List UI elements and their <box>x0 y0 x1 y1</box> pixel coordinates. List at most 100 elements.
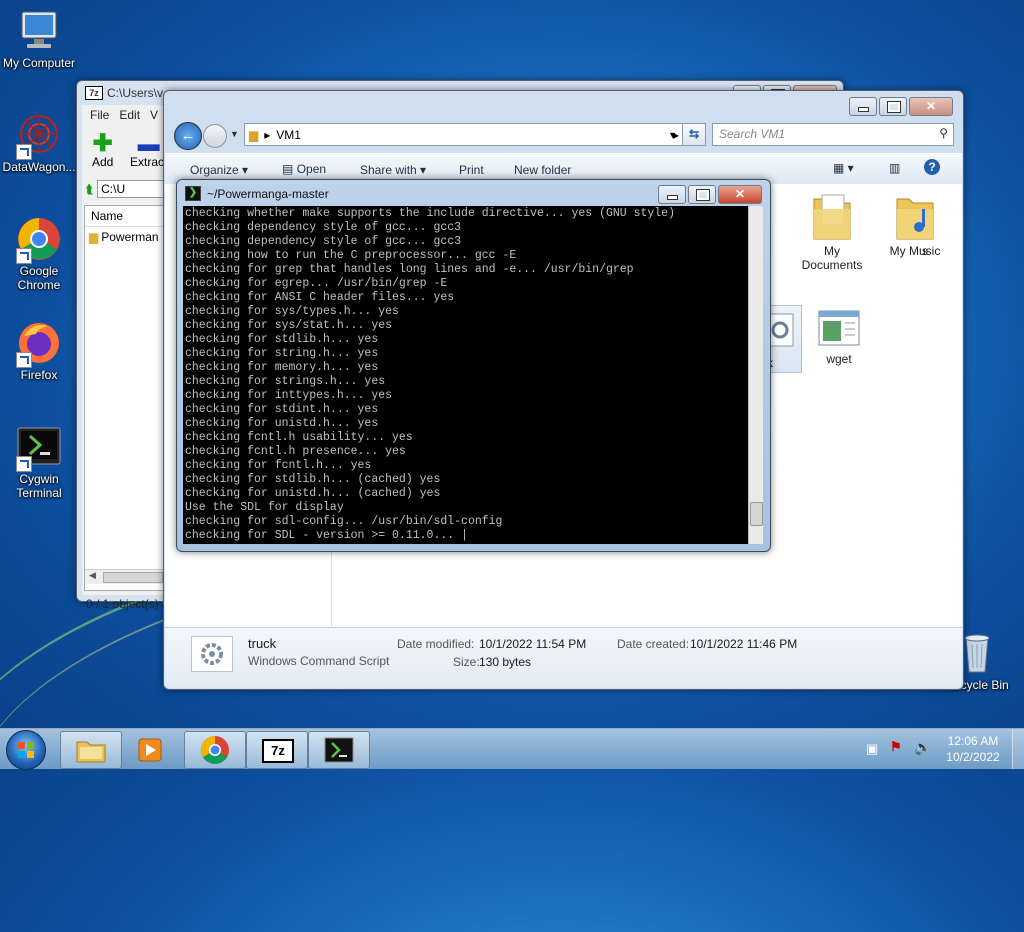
minimize-button[interactable] <box>658 185 686 204</box>
terminal-line: checking for strings.h... yes <box>185 375 386 388</box>
refresh-icon[interactable]: ⇆ <box>682 123 706 146</box>
view-options-icon[interactable]: ▦ ▾ <box>833 161 854 175</box>
terminal-titlebar[interactable]: ❯ ~/Powermanga-master <box>185 186 329 201</box>
terminal-line: checking for stdint.h... yes <box>185 403 379 416</box>
desktop-icon-google-chrome[interactable]: Google Chrome <box>0 216 78 292</box>
scrollbar-thumb[interactable] <box>103 572 163 583</box>
folder-icon: ▆ <box>89 230 99 244</box>
action-center-flag-icon[interactable]: ⚑ <box>890 739 902 755</box>
terminal-line: checking for egrep... /usr/bin/grep -E <box>185 277 448 290</box>
terminal-line: checking dependency style of gcc... gcc3 <box>185 235 462 248</box>
desktop-icon-my-computer[interactable]: My Computer <box>0 8 78 70</box>
add-button-label: Add <box>92 155 114 169</box>
address-dropdown-icon[interactable]: ▼ <box>668 130 677 140</box>
shortcut-arrow-icon <box>16 144 32 160</box>
scrollbar-thumb[interactable] <box>750 502 763 526</box>
start-button[interactable] <box>6 730 46 770</box>
file-item-my-music[interactable]: My Music <box>880 191 950 258</box>
menu-edit[interactable]: Edit <box>119 108 140 122</box>
terminal-window[interactable]: ❯ ~/Powermanga-master checking whether m… <box>176 179 771 552</box>
status-bar: 0 / 1 object(s) s <box>86 597 169 611</box>
menu-file[interactable]: File <box>90 108 109 122</box>
sevenzip-client: File Edit V ✚ Add ▬ Extract ⮬ C:\U Name … <box>82 105 168 611</box>
desktop-icon-firefox[interactable]: Firefox <box>0 320 78 382</box>
extract-button[interactable]: ▬ Extract <box>130 133 168 170</box>
terminal-text: checking whether make supports the inclu… <box>183 206 748 544</box>
path-input[interactable]: C:\U <box>97 180 164 198</box>
list-item-label: Powerman <box>101 230 159 244</box>
terminal-line: checking for stdlib.h... (cached) yes <box>185 473 441 486</box>
taskbar-7zip-button[interactable]: 7z <box>246 731 308 769</box>
clock[interactable]: 12:06 AM 10/2/2022 <box>938 733 1008 765</box>
list-item[interactable]: ▆ Powerman <box>85 227 165 247</box>
file-item-label: wget <box>826 352 852 366</box>
date-modified-value: 10/1/2022 11:54 PM <box>479 637 587 651</box>
date-created-label: Date created: <box>617 637 690 651</box>
terminal-line: checking whether make supports the inclu… <box>185 207 675 220</box>
column-header-name[interactable]: Name <box>85 206 165 227</box>
horizontal-scrollbar[interactable]: ◀ <box>85 569 165 584</box>
maximize-button[interactable] <box>688 185 716 204</box>
details-name: truck <box>248 636 277 651</box>
forward-arrow-icon[interactable] <box>203 124 227 148</box>
help-icon[interactable]: ? <box>924 159 940 175</box>
menu-view[interactable]: V <box>150 108 158 122</box>
sevenzip-pathbar: ⮬ C:\U <box>86 179 164 199</box>
taskbar-explorer-button[interactable] <box>60 731 122 769</box>
print-button[interactable]: Print <box>459 163 484 177</box>
terminal-line: checking fcntl.h usability... yes <box>185 431 413 444</box>
folder-music-icon <box>896 198 934 240</box>
sevenzip-titlebar[interactable]: 7z C:\Users\v <box>85 86 163 100</box>
taskbar-chrome-button[interactable] <box>184 731 246 769</box>
terminal-line: checking for grep that handles long line… <box>185 263 634 276</box>
folder-icon <box>76 741 106 763</box>
search-icon[interactable]: ⚲ <box>939 126 948 140</box>
network-icon[interactable]: ▣ <box>866 741 878 757</box>
vertical-scrollbar[interactable] <box>748 206 763 544</box>
extract-button-label: Extract <box>130 155 168 169</box>
cygwin-terminal-icon <box>324 737 354 763</box>
search-input[interactable]: Search VM1 ⚲ <box>712 123 954 146</box>
terminal-line: checking for inttypes.h... yes <box>185 389 393 402</box>
close-button[interactable] <box>909 97 953 116</box>
sevenzip-icon: 7z <box>262 739 294 763</box>
sevenzip-app-icon: 7z <box>85 86 103 100</box>
terminal-line: checking for memory.h... yes <box>185 361 379 374</box>
organize-button[interactable]: Organize ▾ <box>190 163 248 177</box>
preview-pane-icon[interactable]: ▥ <box>889 161 900 175</box>
terminal-line: checking for sys/types.h... yes <box>185 305 399 318</box>
close-button[interactable] <box>718 185 762 204</box>
add-button[interactable]: ✚ Add <box>92 132 114 170</box>
taskbar-cygwin-button[interactable] <box>308 731 370 769</box>
scroll-left-arrow-icon[interactable]: ◀ <box>89 570 96 581</box>
open-button[interactable]: ▤ Open <box>282 162 326 176</box>
desktop-icon-label: Cygwin Terminal <box>16 472 62 500</box>
size-label: Size: <box>453 655 480 669</box>
back-arrow-icon[interactable]: ← <box>174 122 202 150</box>
new-folder-button[interactable]: New folder <box>514 163 571 177</box>
shortcut-arrow-icon <box>16 352 32 368</box>
volume-icon[interactable]: 🔈 <box>914 739 931 756</box>
minimize-button[interactable] <box>849 97 877 116</box>
share-with-button[interactable]: Share with ▾ <box>360 163 426 177</box>
share-label: Share with <box>360 163 417 177</box>
terminal-output[interactable]: checking whether make supports the inclu… <box>183 206 748 544</box>
cygwin-terminal-icon <box>16 424 62 472</box>
address-bar[interactable]: ▆ ▸ VM1 ▸ ▼ <box>244 123 684 146</box>
history-dropdown-icon[interactable]: ▼ <box>230 129 239 139</box>
terminal-line: checking dependency style of gcc... gcc3 <box>185 221 462 234</box>
shortcut-arrow-icon <box>16 248 32 264</box>
terminal-line: checking how to run the C preprocessor..… <box>185 249 517 262</box>
taskbar-media-player-button[interactable] <box>122 731 184 769</box>
desktop-icon-datawagon[interactable]: DataWagon... <box>0 112 78 174</box>
show-desktop-button[interactable] <box>1012 729 1024 769</box>
sevenzip-file-list[interactable]: Name ▆ Powerman ◀ <box>84 205 166 591</box>
desktop-icon-cygwin-terminal[interactable]: Cygwin Terminal <box>0 424 78 500</box>
size-value: 130 bytes <box>479 655 532 669</box>
file-item-my-documents[interactable]: My Documents <box>797 191 867 272</box>
firefox-icon <box>16 320 62 368</box>
script-file-icon <box>191 636 233 672</box>
maximize-button[interactable] <box>879 97 907 116</box>
file-item-wget[interactable]: wget <box>804 309 874 366</box>
up-folder-icon[interactable]: ⮬ <box>86 182 93 197</box>
